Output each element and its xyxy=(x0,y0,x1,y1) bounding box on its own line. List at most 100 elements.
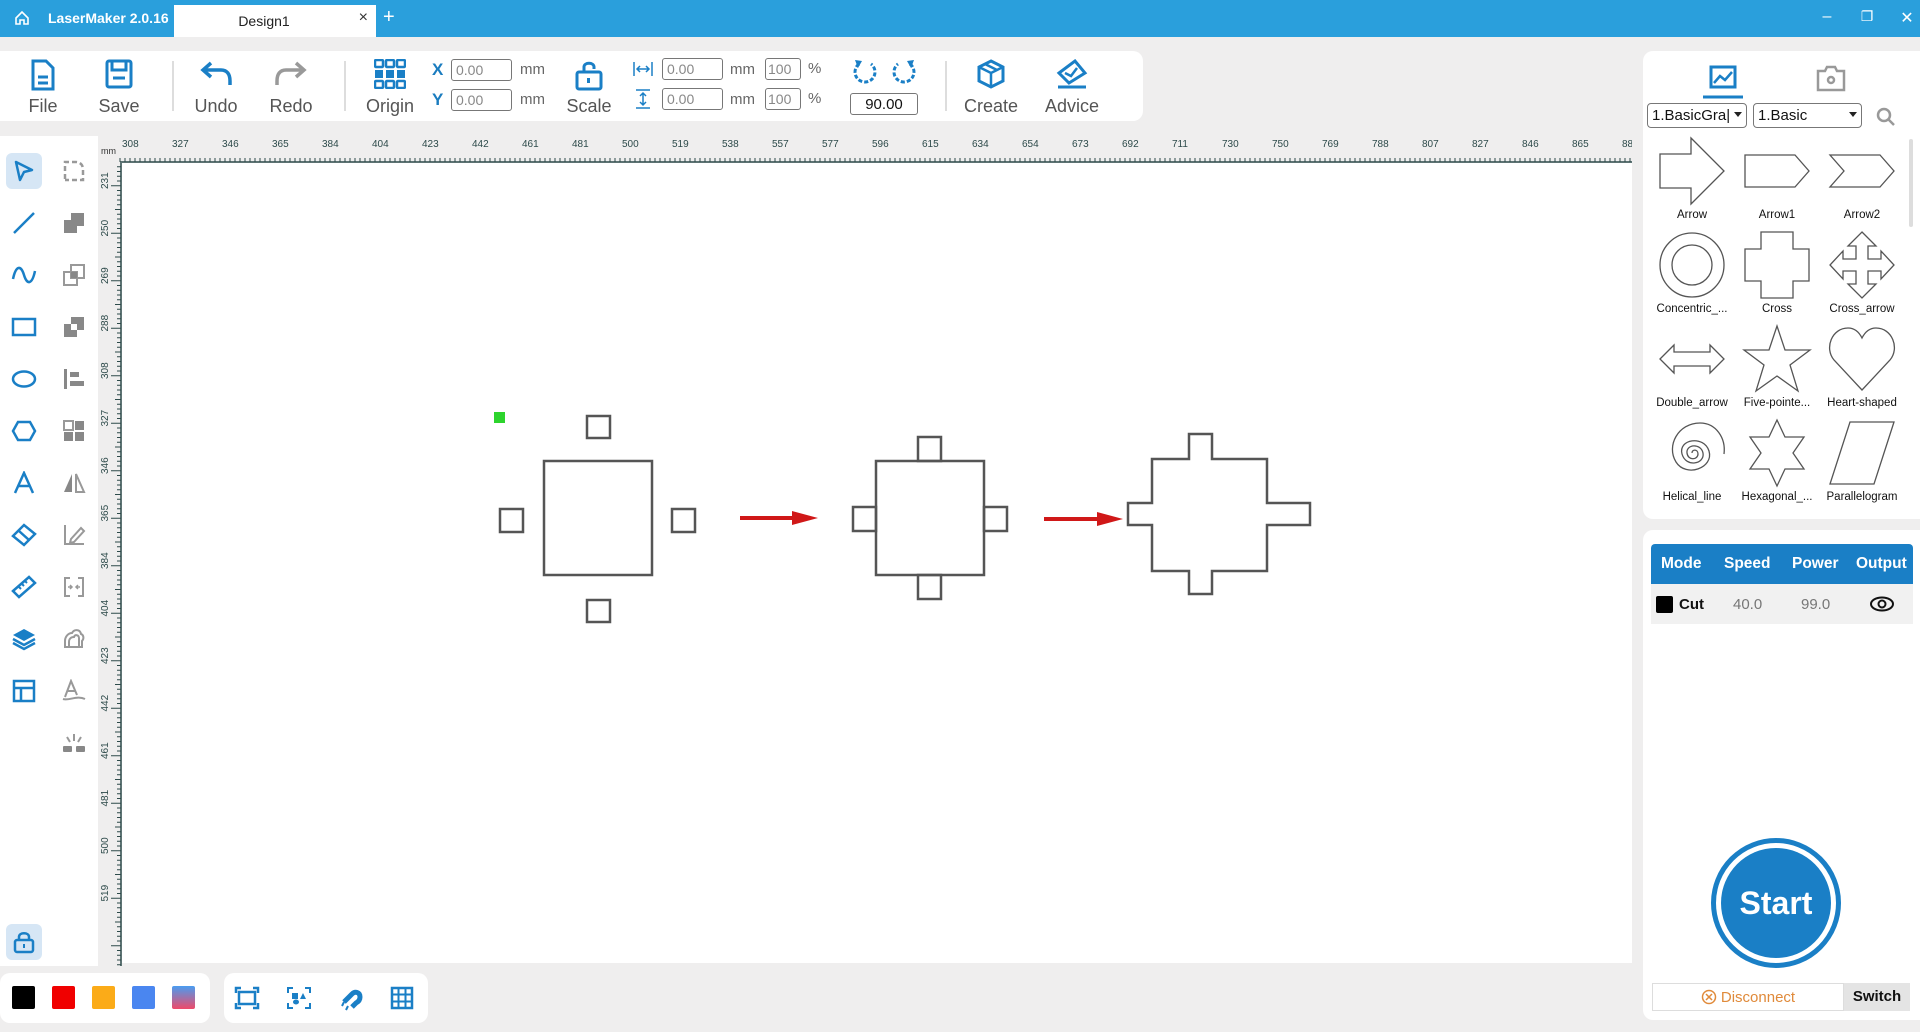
width-percent-input[interactable] xyxy=(765,58,801,80)
concentric-shape-icon xyxy=(1659,232,1725,298)
library-scrollbar[interactable] xyxy=(1909,139,1913,227)
line-tool[interactable] xyxy=(6,205,42,241)
shape-arrow1[interactable]: Arrow1 xyxy=(1735,136,1819,230)
union-result-shape[interactable] xyxy=(1126,432,1312,596)
intersect-icon xyxy=(63,264,85,286)
magnet-snap-icon[interactable] xyxy=(338,986,364,1012)
category-select[interactable]: 1.BasicGra| xyxy=(1647,103,1747,128)
rotation-angle-input[interactable] xyxy=(850,93,918,115)
redo-button[interactable]: Redo xyxy=(258,51,324,121)
polygon-tool[interactable] xyxy=(6,413,42,449)
subtract-tool[interactable] xyxy=(56,309,92,345)
y-position-input[interactable] xyxy=(451,89,512,111)
height-input[interactable] xyxy=(662,88,723,110)
layer-power[interactable]: 99.0 xyxy=(1801,596,1830,613)
height-percent-input[interactable] xyxy=(765,88,801,110)
search-icon[interactable] xyxy=(1876,107,1896,127)
shape-heart[interactable]: Heart-shaped xyxy=(1820,324,1904,418)
add-tab-button[interactable]: + xyxy=(383,6,395,29)
eraser-tool[interactable] xyxy=(6,517,42,553)
overlapping-shapes-group[interactable] xyxy=(851,435,1009,601)
grid-icon[interactable] xyxy=(390,986,414,1010)
center-tool[interactable] xyxy=(56,569,92,605)
edit-node-tool[interactable] xyxy=(56,517,92,553)
laser-tool[interactable] xyxy=(56,725,92,761)
ruler-tick-label: 711 xyxy=(1172,139,1188,150)
shape-helical-line[interactable]: Helical_line xyxy=(1650,418,1734,512)
file-button[interactable]: File xyxy=(10,51,76,121)
design-canvas[interactable] xyxy=(122,163,1632,963)
width-input[interactable] xyxy=(662,58,723,80)
disconnect-button[interactable]: Disconnect xyxy=(1652,983,1844,1011)
select-all-objects-icon[interactable] xyxy=(286,986,312,1010)
shape-double-arrow[interactable]: Double_arrow xyxy=(1650,324,1734,418)
select-tool[interactable] xyxy=(6,153,42,189)
shape-five-pointed-star[interactable]: Five-pointe... xyxy=(1735,324,1819,418)
shape-cross-arrow[interactable]: Cross_arrow xyxy=(1820,230,1904,324)
align-tool[interactable] xyxy=(56,361,92,397)
ruler-tick-label: 250 xyxy=(100,219,111,236)
save-icon xyxy=(105,59,133,89)
layer-mode[interactable]: Cut xyxy=(1679,596,1704,613)
save-button[interactable]: Save xyxy=(86,51,152,121)
advice-button[interactable]: Advice xyxy=(1037,51,1107,121)
restore-button[interactable]: ❐ xyxy=(1855,8,1879,25)
lock-button[interactable] xyxy=(6,924,42,960)
subcategory-select[interactable]: 1.Basic xyxy=(1753,103,1862,128)
swatch-blue[interactable] xyxy=(132,986,155,1009)
home-icon[interactable] xyxy=(14,10,30,26)
minimize-button[interactable]: – xyxy=(1815,8,1839,26)
swatch-orange[interactable] xyxy=(92,986,115,1009)
close-tab-icon[interactable]: × xyxy=(359,9,368,27)
tab-camera[interactable] xyxy=(1811,59,1851,99)
pointer-icon xyxy=(14,160,34,182)
shape-library-panel: 1.BasicGra| 1.Basic Arrow Arrow1 Arrow2 … xyxy=(1643,51,1920,519)
start-button[interactable]: Start xyxy=(1711,838,1841,968)
shape-arrow[interactable]: Arrow xyxy=(1650,136,1734,230)
shape-cross[interactable]: Cross xyxy=(1735,230,1819,324)
x-position-input[interactable] xyxy=(451,59,512,81)
shape-parallelogram[interactable]: Parallelogram xyxy=(1820,418,1904,512)
separate-shapes-group[interactable] xyxy=(498,414,697,624)
layer-color-swatch[interactable] xyxy=(1656,596,1673,613)
shape-concentric[interactable]: Concentric_... xyxy=(1650,230,1734,324)
origin-button[interactable]: Origin xyxy=(355,51,425,121)
text-tool[interactable] xyxy=(6,465,42,501)
rotate-ccw-icon[interactable] xyxy=(851,58,879,86)
text-path-tool[interactable] xyxy=(56,673,92,709)
switch-button[interactable]: Switch xyxy=(1844,983,1910,1011)
layout-tool[interactable] xyxy=(6,673,42,709)
round-corner-tool[interactable] xyxy=(56,153,92,189)
ellipse-icon xyxy=(11,370,37,388)
swatch-black[interactable] xyxy=(12,986,35,1009)
swatch-gradient[interactable] xyxy=(172,986,195,1009)
shape-hexagonal-star[interactable]: Hexagonal_... xyxy=(1735,418,1819,512)
ellipse-tool[interactable] xyxy=(6,361,42,397)
layer-speed[interactable]: 40.0 xyxy=(1733,596,1762,613)
ruler-tick-label: 327 xyxy=(172,139,189,150)
mirror-tool[interactable] xyxy=(56,465,92,501)
rotate-cw-icon[interactable] xyxy=(890,58,918,86)
undo-button[interactable]: Undo xyxy=(183,51,249,121)
layers-tool[interactable] xyxy=(6,621,42,657)
array-tool[interactable] xyxy=(56,413,92,449)
ruler-tick-label: 557 xyxy=(772,139,789,150)
shape-arrow2[interactable]: Arrow2 xyxy=(1820,136,1904,230)
layer-row[interactable]: Cut 40.0 99.0 xyxy=(1651,584,1913,624)
ruler-tick-label: 384 xyxy=(322,139,339,150)
curve-tool[interactable] xyxy=(6,257,42,293)
rectangle-tool[interactable] xyxy=(6,309,42,345)
close-window-button[interactable]: ✕ xyxy=(1895,8,1919,28)
measure-tool[interactable] xyxy=(6,569,42,605)
union-tool[interactable] xyxy=(56,205,92,241)
offset-tool[interactable] xyxy=(56,621,92,657)
scale-lock-button[interactable]: Scale xyxy=(556,51,622,121)
file-icon xyxy=(31,59,55,91)
swatch-red[interactable] xyxy=(52,986,75,1009)
intersect-tool[interactable] xyxy=(56,257,92,293)
tab-design1[interactable]: Design1 × xyxy=(174,5,376,37)
tab-graphics-library[interactable] xyxy=(1703,59,1743,99)
create-button[interactable]: Create xyxy=(958,51,1024,121)
fit-screen-icon[interactable] xyxy=(234,986,260,1010)
eye-icon[interactable] xyxy=(1869,595,1895,613)
